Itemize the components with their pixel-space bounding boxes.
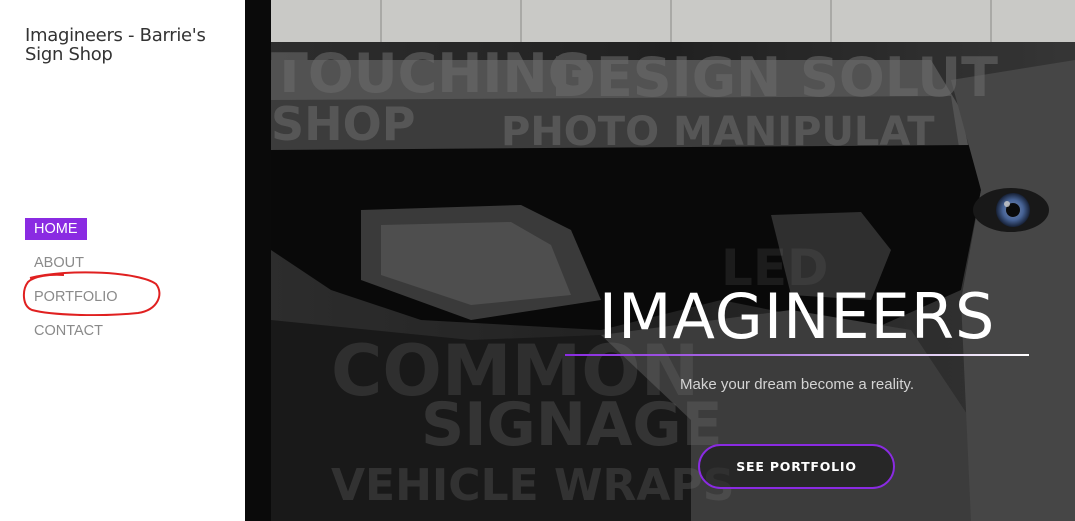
nav-item-contact[interactable]: CONTACT <box>25 320 112 342</box>
nav-item-portfolio[interactable]: PORTFOLIO <box>25 286 127 308</box>
nav-item-home[interactable]: HOME <box>25 218 87 240</box>
main-nav: HOME ABOUT PORTFOLIO CONTACT <box>25 218 127 354</box>
see-portfolio-button[interactable]: SEE PORTFOLIO <box>698 444 895 489</box>
hero-left-edge <box>245 0 271 521</box>
hero-title: IMAGINEERS <box>598 280 996 353</box>
sidebar: Imagineers - Barrie's Sign Shop HOME ABO… <box>0 0 245 521</box>
hero-background-image: TOUCHING DESIGN SOLUT SHOP PHOTO MANIPUL… <box>271 0 1075 521</box>
site-title[interactable]: Imagineers - Barrie's Sign Shop <box>25 26 230 64</box>
hero-title-underline <box>565 354 1029 356</box>
hero-subtitle: Make your dream become a reality. <box>680 376 914 393</box>
nav-item-about[interactable]: ABOUT <box>25 252 93 274</box>
hero-section: TOUCHING DESIGN SOLUT SHOP PHOTO MANIPUL… <box>245 0 1075 521</box>
